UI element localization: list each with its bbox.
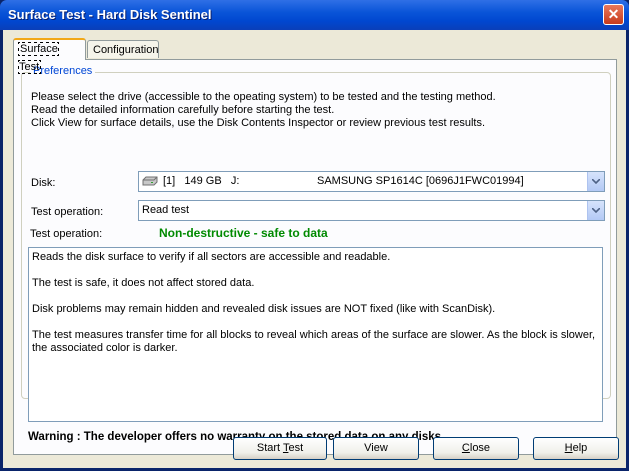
tab-surface-test[interactable]: Surface Test xyxy=(13,38,86,74)
description-line: Reads the disk surface to verify if all … xyxy=(32,251,391,263)
intro-text: Please select the drive (accessible to t… xyxy=(31,91,496,130)
start-test-button[interactable]: Start Test xyxy=(233,437,327,460)
disk-select[interactable]: [1] 149 GB J: SAMSUNG SP1614C [0696J1FWC… xyxy=(138,171,605,192)
operation-label: Test operation: xyxy=(31,206,104,218)
operation-status: Non-destructive - safe to data xyxy=(159,226,328,240)
intro-line: Click View for surface details, use the … xyxy=(31,117,486,129)
operation-select[interactable]: Read test xyxy=(138,200,605,221)
close-button[interactable]: Close xyxy=(433,437,519,460)
close-icon[interactable]: ✕ xyxy=(603,4,624,25)
intro-line: Please select the drive (accessible to t… xyxy=(31,91,496,103)
disk-label: Disk: xyxy=(31,177,56,189)
description-line: The test measures transfer time for all … xyxy=(32,329,596,354)
window-title: Surface Test - Hard Disk Sentinel xyxy=(8,7,212,22)
dialog-client: Surface Test Configuration Preferences P… xyxy=(3,30,626,468)
title-bar[interactable]: Surface Test - Hard Disk Sentinel ✕ xyxy=(0,0,629,30)
view-button[interactable]: View xyxy=(333,437,419,460)
hard-disk-icon xyxy=(142,176,158,186)
chevron-down-icon[interactable] xyxy=(587,201,604,220)
chevron-down-icon[interactable] xyxy=(587,172,604,191)
tab-configuration-label: Configuration xyxy=(93,44,159,56)
description-line: Disk problems may remain hidden and reve… xyxy=(32,303,496,315)
tab-panel: Preferences Please select the drive (acc… xyxy=(13,59,617,455)
disk-model: SAMSUNG SP1614C [0696J1FWC01994] xyxy=(317,175,524,187)
operation-value: Read test xyxy=(142,204,190,216)
help-button[interactable]: Help xyxy=(533,437,619,460)
description-box[interactable]: Reads the disk surface to verify if all … xyxy=(28,247,603,422)
dialog-window: Surface Test - Hard Disk Sentinel ✕ Surf… xyxy=(0,0,629,471)
description-line: The test is safe, it does not affect sto… xyxy=(32,277,255,289)
operation-label-2: Test operation: xyxy=(30,228,103,240)
intro-line: Read the detailed information carefully … xyxy=(31,104,335,116)
disk-value: [1] 149 GB J: xyxy=(163,175,240,187)
tab-configuration[interactable]: Configuration xyxy=(87,40,159,58)
